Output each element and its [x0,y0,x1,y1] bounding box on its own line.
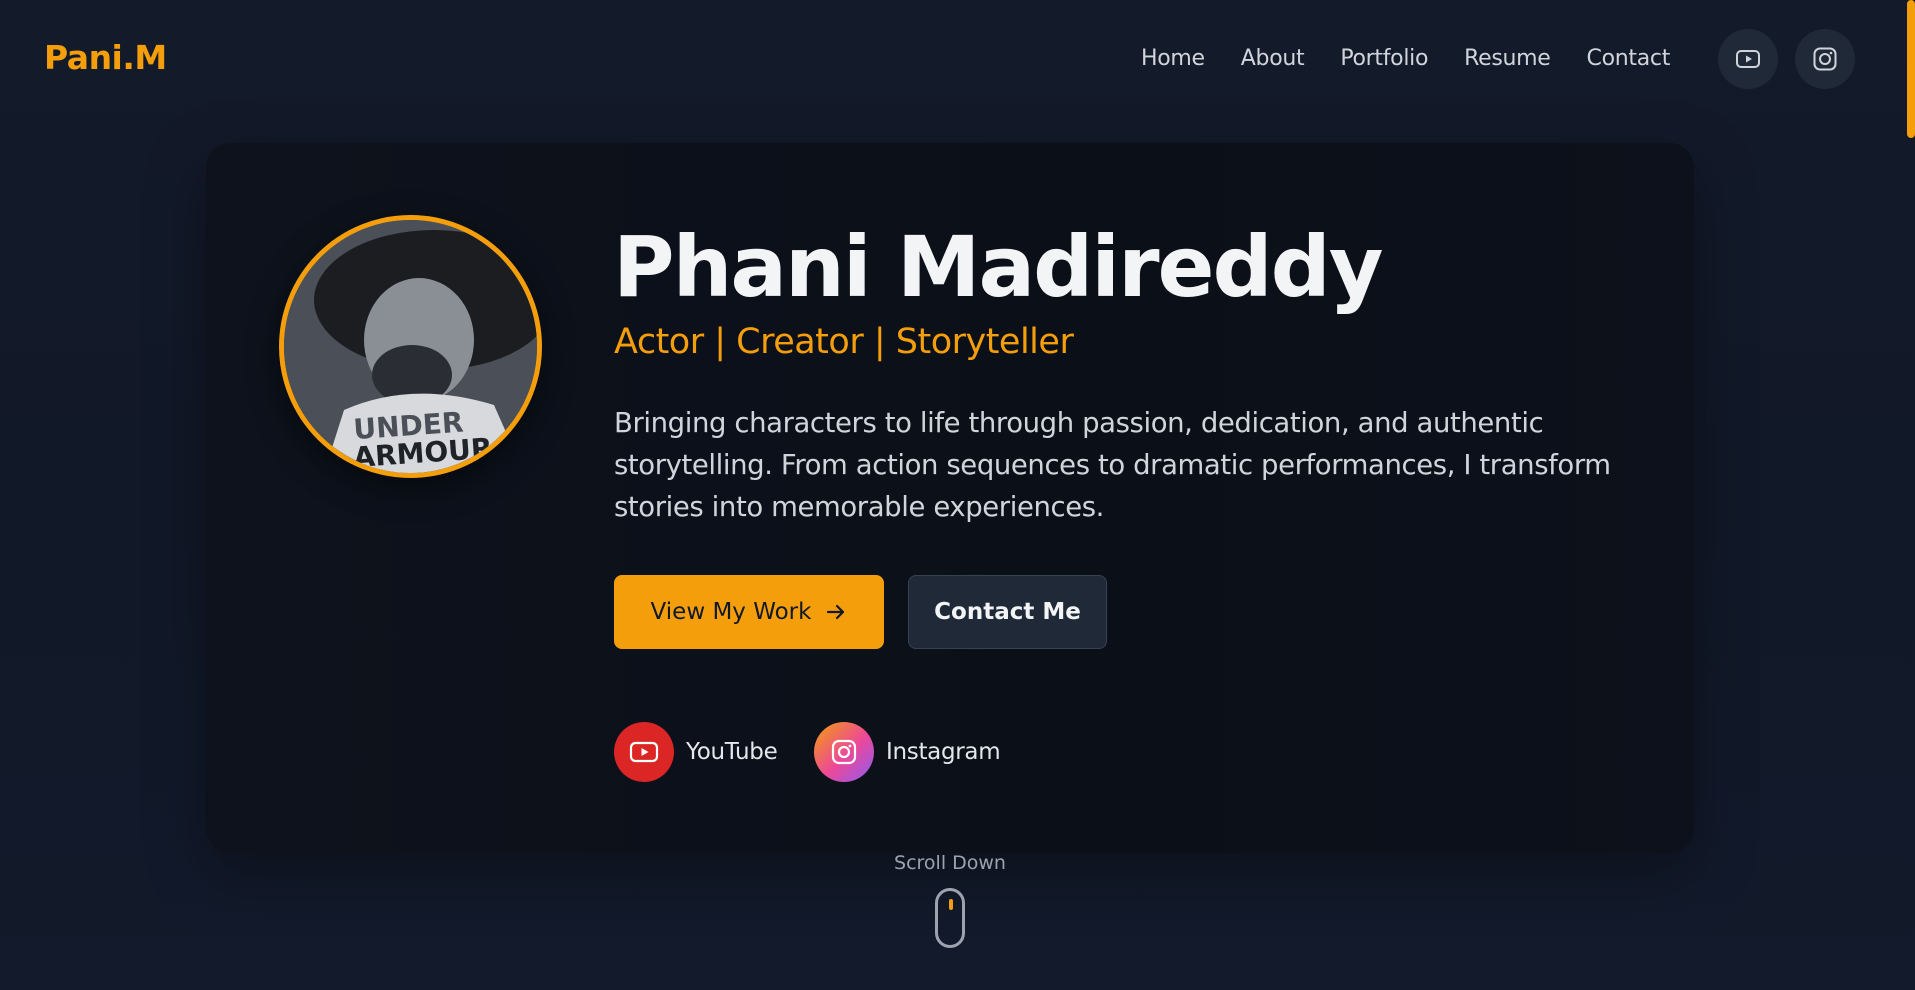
instagram-label: Instagram [886,739,1001,765]
hero-tagline: Actor | Creator | Storyteller [614,322,1074,362]
hero-bio: Bringing characters to life through pass… [614,407,1611,523]
instagram-badge [814,722,874,782]
scroll-down-label: Scroll Down [894,852,1006,874]
youtube-icon [1736,50,1760,68]
view-my-work-label: View My Work [650,599,812,625]
header-youtube-button[interactable] [1718,29,1778,89]
contact-me-button[interactable]: Contact Me [908,575,1107,649]
header-instagram-button[interactable] [1795,29,1855,89]
nav-resume[interactable]: Resume [1464,46,1551,71]
youtube-link[interactable]: YouTube [614,722,778,782]
nav-about[interactable]: About [1241,46,1305,71]
nav-home[interactable]: Home [1141,46,1205,71]
page-scrollbar[interactable] [1907,0,1915,138]
main-nav: Home About Portfolio Resume Contact [1141,46,1670,71]
instagram-link[interactable]: Instagram [814,722,1001,782]
mouse-wheel-indicator [948,899,953,910]
nav-portfolio[interactable]: Portfolio [1340,46,1428,71]
view-my-work-button[interactable]: View My Work [614,575,884,649]
instagram-icon [1813,47,1837,71]
contact-me-label: Contact Me [934,599,1081,625]
youtube-badge [614,722,674,782]
site-logo[interactable]: Pani.M [44,38,167,77]
arrow-right-icon [827,604,845,620]
site-header: Pani.M Home About Portfolio Resume Conta… [0,0,1915,120]
youtube-icon [629,741,659,763]
youtube-label: YouTube [686,739,778,765]
mouse-scroll-icon[interactable] [935,888,965,948]
profile-photo: UNDER ARMOUR [284,220,537,473]
nav-contact[interactable]: Contact [1587,46,1671,71]
profile-avatar: UNDER ARMOUR [279,215,542,478]
instagram-icon [831,739,857,765]
hero-name: Phani Madireddy [613,218,1383,316]
